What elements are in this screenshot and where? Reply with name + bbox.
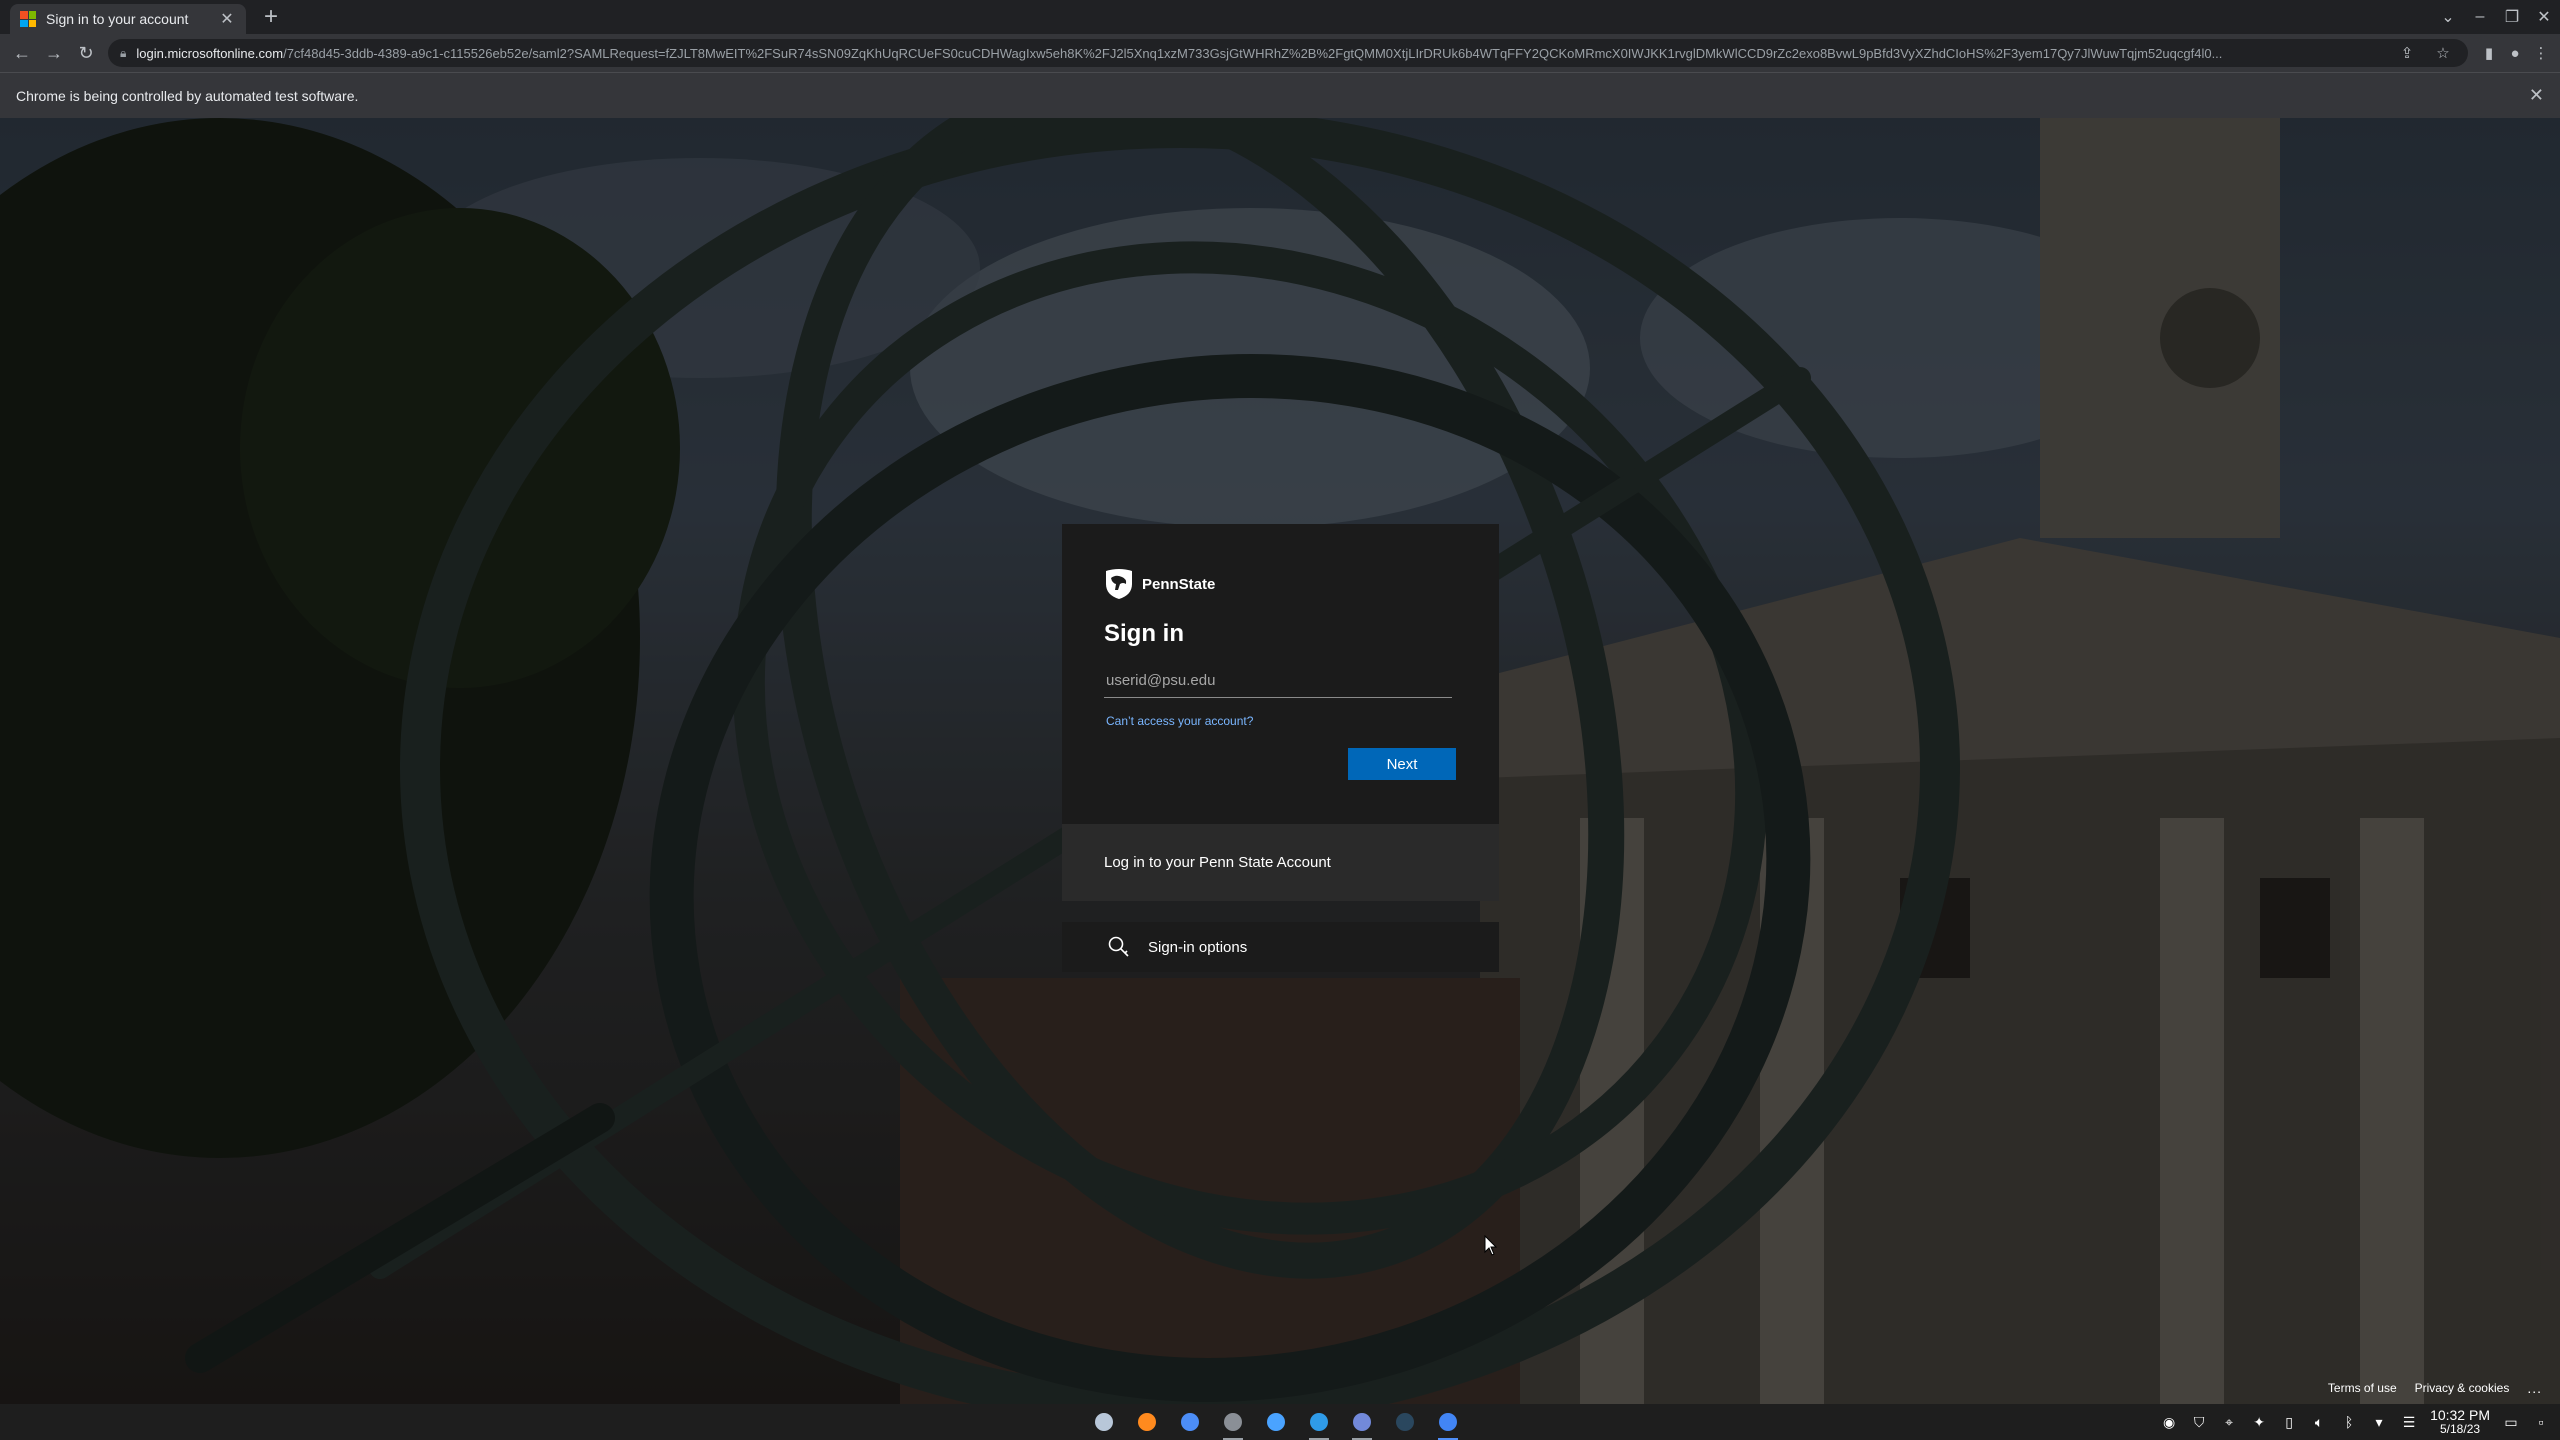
tab-search-icon[interactable]: ⌄ xyxy=(2432,7,2464,27)
signin-card: PennState Sign in Can’t access your acco… xyxy=(1062,524,1499,901)
cant-access-account-link[interactable]: Can’t access your account? xyxy=(1106,714,1253,728)
signin-options-label: Sign-in options xyxy=(1148,938,1248,956)
lock-icon[interactable]: 🔒︎ xyxy=(120,46,126,61)
signin-options-button[interactable]: Sign-in options xyxy=(1062,922,1499,972)
brand-logo: PennState xyxy=(1104,568,1215,600)
battery-tray-icon[interactable]: ▯ xyxy=(2280,1414,2298,1431)
steam-icon[interactable] xyxy=(1391,1408,1419,1436)
app-glyph xyxy=(1267,1413,1285,1431)
launcher-icon[interactable] xyxy=(1090,1408,1118,1436)
restore-icon[interactable]: ❐ xyxy=(2496,7,2528,27)
penn-state-account-text: Log in to your Penn State Account xyxy=(1104,854,1331,871)
penn-state-shield-icon xyxy=(1106,569,1132,599)
shield-tray-icon[interactable]: ⛉ xyxy=(2190,1414,2208,1431)
minimize-icon[interactable]: – xyxy=(2464,8,2496,26)
menu-kebab-icon[interactable]: ⋮ xyxy=(2528,44,2554,62)
notifications-icon[interactable]: ▭ xyxy=(2502,1414,2520,1431)
app-glyph xyxy=(1439,1413,1457,1431)
browser-tab[interactable]: Sign in to your account ✕ xyxy=(10,4,246,34)
discord-icon[interactable] xyxy=(1348,1408,1376,1440)
discord-tray-icon[interactable]: ◉ xyxy=(2160,1414,2178,1431)
steam-tray-icon[interactable]: ✦ xyxy=(2250,1414,2268,1431)
url-path: /7cf48d45-3ddb-4389-a9c1-c115526eb52e/sa… xyxy=(283,45,2223,61)
signin-heading: Sign in xyxy=(1104,620,1184,647)
more-options-icon[interactable]: ... xyxy=(2527,1380,2542,1396)
reload-icon[interactable]: ↻ xyxy=(70,43,102,64)
url-domain: login.microsoftonline.com xyxy=(136,45,284,61)
mouse-cursor-icon xyxy=(1484,1235,1498,1256)
close-tab-icon[interactable]: ✕ xyxy=(218,9,236,29)
messenger-icon[interactable] xyxy=(1262,1408,1290,1436)
url-text: login.microsoftonline.com/7cf48d45-3ddb-… xyxy=(136,46,2384,61)
infobar-message: Chrome is being controlled by automated … xyxy=(16,87,359,104)
os-taskbar: ◉ ⛉ ⌖ ✦ ▯ 🔈︎ ᛒ ▾ ☰ 10:32 PM 5/18/23 ▭ ▫ xyxy=(0,1404,2560,1440)
browser-toolbar: ← → ↻ 🔒︎ login.microsoftonline.com/7cf48… xyxy=(0,34,2560,72)
clipboard-tray-icon[interactable]: ☰ xyxy=(2400,1414,2418,1431)
chrome-icon[interactable] xyxy=(1434,1408,1462,1440)
automation-infobar: Chrome is being controlled by automated … xyxy=(0,72,2560,118)
app-glyph xyxy=(1353,1413,1371,1431)
address-bar[interactable]: 🔒︎ login.microsoftonline.com/7cf48d45-3d… xyxy=(108,39,2468,67)
vscode-icon[interactable] xyxy=(1305,1408,1333,1440)
clock-date: 5/18/23 xyxy=(2440,1422,2481,1436)
clock-time: 10:32 PM xyxy=(2430,1407,2490,1423)
browser-tabstrip: Sign in to your account ✕ + ⌄ – ❐ ✕ xyxy=(0,0,2560,34)
terms-of-use-link[interactable]: Terms of use xyxy=(2328,1381,2397,1395)
back-icon[interactable]: ← xyxy=(6,43,38,64)
share-icon[interactable]: ⇪ xyxy=(2394,44,2420,62)
show-desktop-icon[interactable]: ▫ xyxy=(2532,1414,2550,1430)
volume-icon[interactable]: 🔈︎ xyxy=(2310,1414,2328,1431)
app-glyph xyxy=(1181,1413,1199,1431)
bluetooth-icon[interactable]: ᛒ xyxy=(2340,1414,2358,1430)
firefox-icon[interactable] xyxy=(1133,1408,1161,1436)
tab-title: Sign in to your account xyxy=(46,11,189,27)
microsoft-logo-icon xyxy=(20,11,36,27)
new-tab-button[interactable]: + xyxy=(258,3,284,31)
wifi-icon[interactable]: ▾ xyxy=(2370,1414,2388,1431)
close-window-icon[interactable]: ✕ xyxy=(2528,7,2560,27)
email-input[interactable] xyxy=(1104,664,1452,698)
settings-app-icon[interactable] xyxy=(1219,1408,1247,1440)
infobar-close-icon[interactable]: ✕ xyxy=(2529,85,2544,106)
next-button[interactable]: Next xyxy=(1348,748,1456,780)
clock[interactable]: 10:32 PM 5/18/23 xyxy=(2430,1408,2490,1436)
app-glyph xyxy=(1224,1413,1242,1431)
side-panel-icon[interactable]: ▮ xyxy=(2476,44,2502,62)
profile-icon[interactable]: ● xyxy=(2502,45,2528,62)
bookmark-star-icon[interactable]: ☆ xyxy=(2430,44,2456,62)
app-glyph xyxy=(1310,1413,1328,1431)
system-tray: ◉ ⛉ ⌖ ✦ ▯ 🔈︎ ᛒ ▾ ☰ 10:32 PM 5/18/23 ▭ ▫ xyxy=(2160,1404,2550,1440)
brand-name: PennState xyxy=(1142,575,1216,593)
location-tray-icon[interactable]: ⌖ xyxy=(2220,1414,2238,1431)
app-glyph xyxy=(1138,1413,1156,1431)
app-glyph xyxy=(1095,1413,1113,1431)
chromium-icon[interactable] xyxy=(1176,1408,1204,1436)
penn-state-account-banner: Log in to your Penn State Account xyxy=(1062,824,1499,901)
privacy-cookies-link[interactable]: Privacy & cookies xyxy=(2415,1381,2510,1395)
taskbar-apps xyxy=(1090,1404,1462,1440)
window-controls: ⌄ – ❐ ✕ xyxy=(2432,0,2560,34)
key-search-icon xyxy=(1108,936,1129,957)
app-glyph xyxy=(1396,1413,1414,1431)
page-footer: Terms of use Privacy & cookies ... xyxy=(2328,1380,2542,1396)
forward-icon[interactable]: → xyxy=(38,43,70,64)
